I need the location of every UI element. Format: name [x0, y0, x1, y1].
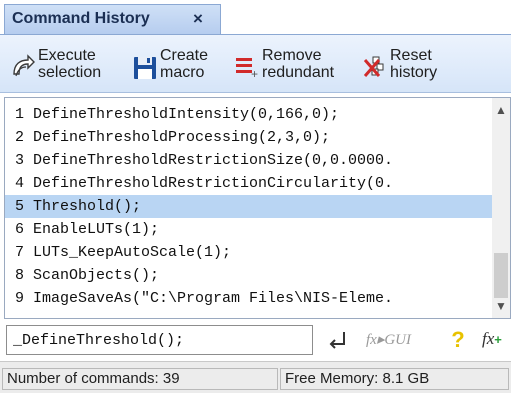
scrollbar-thumb[interactable] [494, 253, 508, 298]
remove-redundant-button[interactable]: + Remove redundant [234, 47, 354, 84]
enter-icon[interactable] [326, 326, 352, 354]
insert-function-button[interactable]: fx+ [482, 326, 508, 354]
free-memory-status: Free Memory: 8.1 GB [280, 368, 509, 390]
tab-title: Command History [12, 10, 150, 27]
command-history-list[interactable]: 1 DefineThresholdIntensity(0,166,0); 2 D… [4, 97, 511, 319]
command-row[interactable]: 2 DefineThresholdProcessing(2,3,0); [5, 126, 493, 149]
command-row[interactable]: 7 LUTs_KeepAutoScale(1); [5, 241, 493, 264]
execute-selection-button[interactable]: Execute selection [10, 47, 115, 84]
fx-gui-button[interactable]: fx▸GUI [366, 326, 426, 354]
command-row-selected[interactable]: 5 Threshold(); [5, 195, 493, 218]
remove-redundant-label: Remove redundant [262, 47, 335, 81]
status-bar: Number of commands: 39 Free Memory: 8.1 … [0, 361, 511, 393]
command-row[interactable]: 4 DefineThresholdRestrictionCircularity(… [5, 172, 493, 195]
chevron-down-icon[interactable]: ▼ [494, 299, 508, 313]
execute-selection-icon [13, 54, 35, 77]
create-macro-button[interactable]: Create macro [132, 47, 222, 84]
tab-command-history[interactable]: Command History × [4, 4, 221, 34]
command-row[interactable]: 3 DefineThresholdRestrictionSize(0,0.000… [5, 149, 493, 172]
close-icon[interactable]: × [193, 9, 203, 29]
execute-selection-label: Execute selection [38, 47, 102, 81]
fx-icon: fx [482, 329, 495, 348]
command-row[interactable]: 1 DefineThresholdIntensity(0,166,0); [5, 103, 493, 126]
command-input[interactable] [6, 325, 313, 355]
reset-history-button[interactable]: Reset history [362, 47, 462, 84]
svg-text:+: + [251, 67, 258, 80]
command-row[interactable]: 6 EnableLUTs(1); [5, 218, 493, 241]
reset-history-label: Reset history [390, 47, 438, 81]
command-input-row: fx▸GUI ? fx+ [4, 323, 511, 356]
plus-icon: + [494, 332, 502, 347]
vertical-scrollbar[interactable]: ▲ ▼ [492, 98, 510, 318]
floppy-disk-icon [134, 57, 156, 79]
command-row[interactable]: 9 ImageSaveAs("C:\Program Files\NIS-Elem… [5, 287, 493, 310]
create-macro-label: Create macro [160, 47, 209, 81]
chevron-up-icon[interactable]: ▲ [494, 103, 508, 117]
command-row[interactable]: 8 ScanObjects(); [5, 264, 493, 287]
remove-redundant-icon: + [236, 58, 258, 80]
reset-history-icon [363, 56, 384, 77]
help-icon[interactable]: ? [448, 326, 468, 354]
toolbar: Execute selection Create macro + Remove red… [0, 34, 511, 93]
tab-strip: Command History × [0, 0, 511, 34]
command-count-status: Number of commands: 39 [2, 368, 278, 390]
